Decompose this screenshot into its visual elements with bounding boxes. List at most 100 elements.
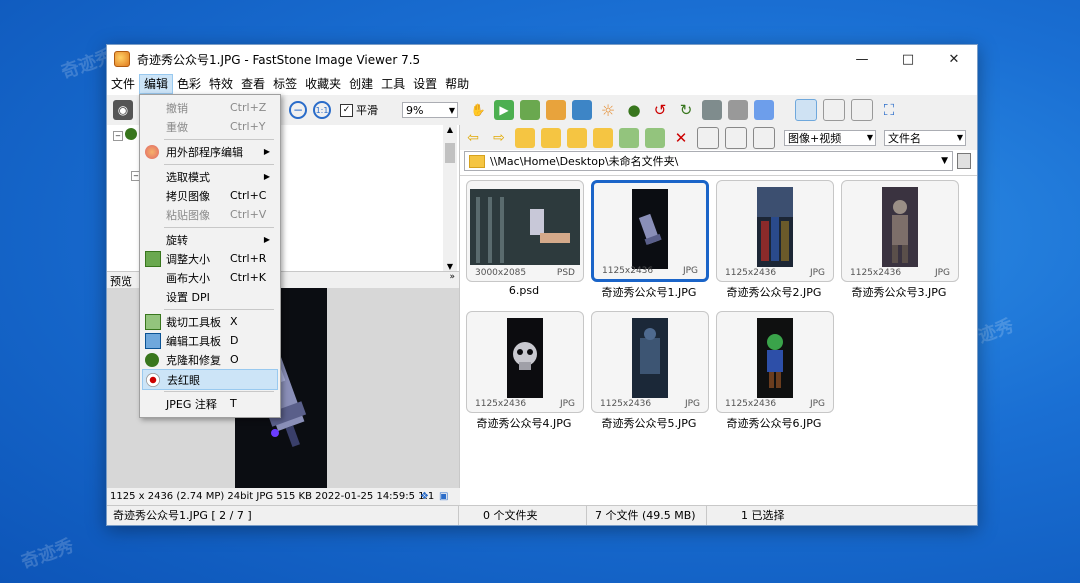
edit-menu-dropdown: 撤销 Ctrl+Z 重做 Ctrl+Y 用外部程序编辑 ▶ 选取模式 ▶ 拷贝图像 Ctr… [139, 94, 281, 418]
back-icon[interactable]: ⇦ [463, 128, 483, 148]
menu-item-select-mode[interactable]: 选取模式 ▶ [142, 167, 276, 186]
menu-favorites[interactable]: 收藏夹 [301, 74, 345, 94]
menu-file[interactable]: 文件 [107, 74, 139, 94]
thumbnail-card[interactable]: 1125x2436 JPG [716, 180, 834, 282]
collapse-preview-icon[interactable]: » [449, 272, 455, 282]
menu-item-red-eye[interactable]: 去红眼 [142, 369, 278, 390]
new-folder-icon[interactable] [567, 127, 587, 148]
menu-create[interactable]: 创建 [345, 74, 377, 94]
status-folder-count: 0 个文件夹 [459, 506, 587, 525]
refresh-icon[interactable] [645, 127, 665, 148]
menu-item-jpeg-comment[interactable]: JPEG 注释 T [142, 394, 276, 413]
menu-item-crop-board[interactable]: 裁切工具板 X [142, 312, 276, 331]
path-input[interactable]: \\Mac\Home\Desktop\未命名文件夹\ ▼ [464, 151, 953, 171]
grid-view-icon[interactable] [725, 126, 747, 149]
fullscreen-icon[interactable]: ⛶ [879, 100, 899, 120]
wallpaper-icon[interactable] [754, 100, 774, 120]
menu-tags[interactable]: 标签 [269, 74, 301, 94]
delete-icon[interactable]: ✕ [671, 128, 691, 148]
slideshow-icon[interactable]: ▶ [494, 100, 514, 120]
smooth-checkbox[interactable]: ✓ 平滑 [340, 102, 378, 118]
list-view-icon[interactable] [753, 126, 775, 149]
layout-preview-icon[interactable] [851, 99, 873, 121]
chevron-down-icon: ▼ [956, 133, 963, 142]
menu-item-copy-image[interactable]: 拷贝图像 Ctrl+C [142, 186, 276, 205]
forward-icon[interactable]: ⇨ [489, 128, 509, 148]
thumbnail-card[interactable]: 1125x2436 JPG [591, 311, 709, 413]
rotate-left-icon[interactable]: ↺ [650, 100, 670, 120]
sort-value: 文件名 [888, 131, 921, 145]
thumbnail-card[interactable]: 1125x2436 JPG [591, 180, 709, 282]
maximize-button[interactable]: □ [885, 45, 931, 73]
menu-item-paste-image[interactable]: 粘贴图像 Ctrl+V [142, 205, 276, 224]
menu-tools[interactable]: 工具 [377, 74, 409, 94]
expand-icon[interactable]: ▣ [439, 488, 448, 505]
layout-detail-icon[interactable] [823, 99, 845, 121]
thumb-dims: 1125x2436 [602, 266, 654, 276]
collapse-icon[interactable]: − [113, 131, 123, 141]
sort-select[interactable]: 文件名 ▼ [884, 129, 966, 146]
watermark: 奇迹秀 [18, 535, 77, 574]
contact-sheet-icon[interactable] [546, 100, 566, 120]
resize-icon [145, 250, 161, 267]
thumbnails-view-icon[interactable] [697, 126, 719, 149]
menu-item-canvas-size[interactable]: 画布大小 Ctrl+K [142, 268, 276, 287]
thumb-type: JPG [809, 268, 825, 278]
menu-item-redo[interactable]: 重做 Ctrl+Y [142, 117, 276, 136]
trash-icon[interactable] [957, 153, 971, 169]
view-mode-select[interactable]: 图像+视频 ▼ [784, 129, 876, 146]
batch-convert-icon[interactable] [572, 100, 592, 120]
thumb-dims: 1125x2436 [475, 399, 527, 409]
thumbnail-card[interactable]: 3000x2085 PSD [466, 180, 584, 282]
menu-help[interactable]: 帮助 [441, 74, 473, 94]
favorites-folder-icon[interactable] [541, 127, 561, 148]
menu-effects[interactable]: 特效 [205, 74, 237, 94]
up-folder-icon[interactable] [515, 127, 535, 148]
zoom-out-icon[interactable]: − [289, 101, 307, 119]
thumbnail-card[interactable]: 1125x2436 JPG [841, 180, 959, 282]
move-icon[interactable] [619, 127, 639, 148]
thumb-type: JPG [682, 266, 698, 276]
menu-edit[interactable]: 编辑 [139, 74, 174, 94]
settings-sun-icon[interactable]: ☼ [598, 100, 618, 120]
thumbnail-card[interactable]: 1125x2436 JPG [716, 311, 834, 413]
view-mode-value: 图像+视频 [788, 131, 842, 145]
chevron-down-icon: ▼ [866, 133, 873, 142]
copy-folder-icon[interactable] [593, 127, 613, 148]
fit-icon[interactable]: ❖ [420, 488, 429, 505]
minimize-button[interactable]: — [839, 45, 885, 73]
rotate-right-icon[interactable]: ↻ [676, 100, 696, 120]
actual-size-icon[interactable]: 1:1 [313, 101, 331, 119]
thumb-type: JPG [559, 399, 575, 409]
camera-icon[interactable]: ◉ [113, 100, 133, 120]
zoom-select[interactable]: 9% ▼ [402, 102, 458, 118]
menu-item-set-dpi[interactable]: 设置 DPI [142, 287, 276, 306]
menu-settings[interactable]: 设置 [409, 74, 441, 94]
menu-item-undo[interactable]: 撤销 Ctrl+Z [142, 98, 276, 117]
title-bar[interactable]: 奇迹秀公众号1.JPG - FastStone Image Viewer 7.5… [107, 45, 977, 73]
chevron-down-icon[interactable]: ▼ [941, 156, 948, 166]
export-icon[interactable] [520, 100, 540, 120]
print-icon[interactable] [728, 100, 748, 120]
thumb-type: PSD [556, 268, 575, 278]
menu-item-clone-heal[interactable]: 克隆和修复 O [142, 350, 276, 369]
menu-item-rotate[interactable]: 旋转 ▶ [142, 230, 276, 249]
compare-icon[interactable] [702, 100, 722, 120]
menu-view[interactable]: 查看 [237, 74, 269, 94]
layout-browser-icon[interactable] [795, 99, 817, 121]
tree-scrollbar[interactable]: ▲ ▼ [443, 125, 457, 271]
menu-item-draw-board[interactable]: 编辑工具板 D [142, 331, 276, 350]
menu-item-external-edit[interactable]: 用外部程序编辑 ▶ [142, 142, 276, 161]
browser-pane: ⇦ ⇨ ✕ 图像+视频 ▼ 文件名 ▼ \\Mac\Home\Desktop\未… [460, 125, 977, 506]
thumb-filename: 6.psd [508, 284, 540, 297]
menu-item-resize[interactable]: 调整大小 Ctrl+R [142, 249, 276, 268]
hand-tool-icon[interactable]: ✋ [468, 100, 488, 120]
thumb-dims: 1125x2436 [725, 399, 777, 409]
user-icon[interactable]: ● [624, 100, 644, 120]
zoom-value: 9% [406, 103, 424, 117]
checkmark-icon: ✓ [340, 103, 353, 117]
menu-color[interactable]: 色彩 [173, 74, 205, 94]
close-button[interactable]: ✕ [931, 45, 977, 73]
scroll-thumb[interactable] [445, 143, 455, 163]
thumbnail-card[interactable]: 1125x2436 JPG [466, 311, 584, 413]
